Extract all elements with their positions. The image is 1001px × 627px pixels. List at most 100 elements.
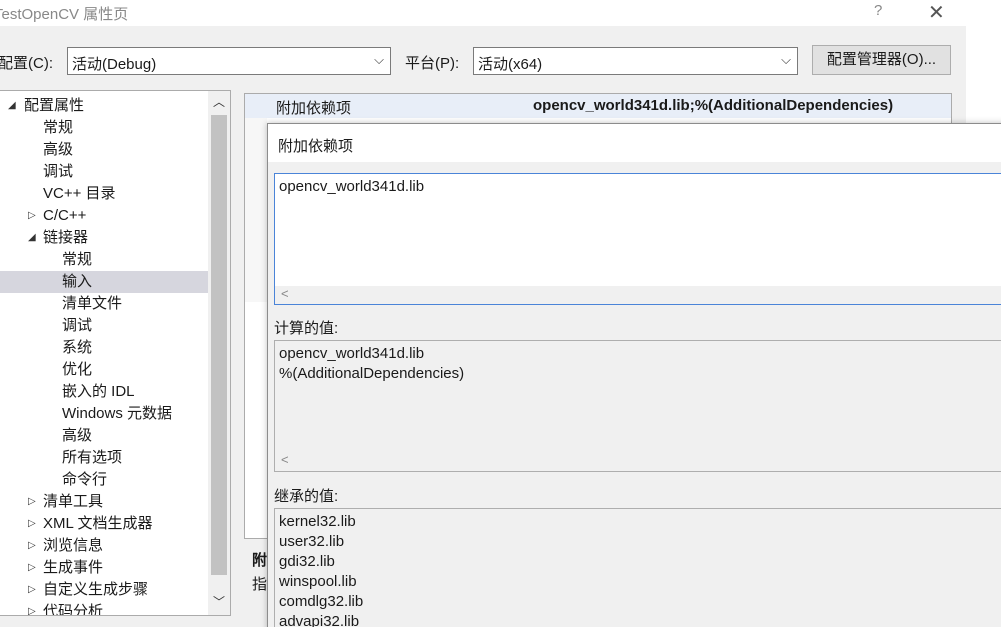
config-label: 配置(C): xyxy=(0,55,53,72)
tree-item[interactable]: 优化 xyxy=(0,359,208,381)
collapsed-arrow-icon[interactable]: ▷ xyxy=(28,205,36,227)
dependencies-edit-box[interactable]: opencv_world341d.lib < xyxy=(274,173,1001,305)
tree-item-label: 嵌入的 IDL xyxy=(62,383,135,400)
tree-item[interactable]: ▷ 生成事件 xyxy=(0,557,208,579)
collapsed-arrow-icon[interactable]: ▷ xyxy=(28,535,36,557)
tree-item[interactable]: ▷ 清单工具 xyxy=(0,491,208,513)
inherited-values-box: kernel32.lib user32.lib gdi32.lib winspo… xyxy=(274,508,1001,627)
dialog-title-bar: 附加依赖项 xyxy=(268,124,1001,162)
tree-item-label: XML 文档生成器 xyxy=(43,515,153,532)
tree-item-label: 常规 xyxy=(43,119,74,136)
tree-item-label: 配置属性 xyxy=(24,97,85,114)
config-manager-button[interactable]: 配置管理器(O)... xyxy=(812,45,951,75)
inherited-value-line: advapi32.lib xyxy=(279,613,360,627)
scroll-left-icon[interactable]: < xyxy=(281,452,289,467)
inherited-value-line: gdi32.lib xyxy=(279,553,335,570)
description-body: 指 xyxy=(252,576,268,593)
title-bar: TestOpenCV 属性页 ? ✕ xyxy=(0,0,966,26)
tree-item-label: C/C++ xyxy=(43,207,87,224)
tree-item[interactable]: 常规 xyxy=(0,117,208,139)
tree-item[interactable]: ▷ 代码分析 xyxy=(0,601,208,616)
grid-gutter xyxy=(245,118,267,302)
expanded-arrow-icon[interactable]: ◢ xyxy=(8,95,16,117)
tree-item-label: VC++ 目录 xyxy=(43,185,116,202)
chevron-down-icon: ⌵ xyxy=(781,52,791,67)
tree-item[interactable]: 常规 xyxy=(0,249,208,271)
edit-horizontal-scrollbar[interactable]: < xyxy=(275,286,1001,304)
tree-item[interactable]: ▷ 自定义生成步骤 xyxy=(0,579,208,601)
property-tree: ◢ 配置属性 常规 高级 调试 VC++ 目录 ▷ C/C++ ◢ 链接器 常规 输入 清单文件 调试 系统… xyxy=(0,90,231,616)
scroll-thumb[interactable] xyxy=(211,115,227,575)
tree-item-label: 调试 xyxy=(43,163,74,180)
tree-item[interactable]: 嵌入的 IDL xyxy=(0,381,208,403)
tree-scrollbar[interactable]: ︿ ﹀ xyxy=(208,91,230,615)
config-dropdown[interactable]: 活动(Debug) ⌵ xyxy=(67,47,391,75)
computed-values-label: 计算的值: xyxy=(274,320,339,337)
dependencies-edit-text: opencv_world341d.lib xyxy=(279,178,425,195)
scroll-down-icon[interactable]: ﹀ xyxy=(208,593,230,613)
close-icon[interactable]: ✕ xyxy=(928,0,945,25)
platform-label: 平台(P): xyxy=(405,55,460,72)
tree-item-label: 优化 xyxy=(62,361,93,378)
tree-item-label: 清单工具 xyxy=(43,493,104,510)
tree-item[interactable]: 高级 xyxy=(0,139,208,161)
tree-item[interactable]: 所有选项 xyxy=(0,447,208,469)
dialog-title: 附加依赖项 xyxy=(278,138,354,155)
tree-item-label: 生成事件 xyxy=(43,559,104,576)
tree-item-label: 调试 xyxy=(62,317,93,334)
platform-dropdown-value: 活动(x64) xyxy=(478,56,543,73)
tree-item[interactable]: 调试 xyxy=(0,315,208,337)
tree-item[interactable]: 清单文件 xyxy=(0,293,208,315)
computed-value-line: opencv_world341d.lib xyxy=(279,345,425,362)
collapsed-arrow-icon[interactable]: ▷ xyxy=(28,601,36,615)
platform-dropdown[interactable]: 活动(x64) ⌵ xyxy=(473,47,798,75)
expanded-arrow-icon[interactable]: ◢ xyxy=(28,227,36,249)
tree-item[interactable]: ◢ 链接器 xyxy=(0,227,208,249)
property-name: 附加依赖项 xyxy=(276,100,352,117)
computed-value-line: %(AdditionalDependencies) xyxy=(279,365,465,382)
tree-item[interactable]: ▷ XML 文档生成器 xyxy=(0,513,208,535)
tree-item-label: 常规 xyxy=(62,251,93,268)
tree-item[interactable]: 调试 xyxy=(0,161,208,183)
tree-item[interactable]: 高级 xyxy=(0,425,208,447)
tree-item-label: 命令行 xyxy=(62,471,108,488)
property-value: opencv_world341d.lib;%(AdditionalDepende… xyxy=(533,97,894,114)
scroll-left-icon[interactable]: < xyxy=(281,286,289,301)
inherited-value-line: kernel32.lib xyxy=(279,513,356,530)
inherited-values-label: 继承的值: xyxy=(274,488,339,505)
tree-item[interactable]: VC++ 目录 xyxy=(0,183,208,205)
tree-item[interactable]: ▷ 浏览信息 xyxy=(0,535,208,557)
help-icon[interactable]: ? xyxy=(874,2,882,19)
tree-item[interactable]: Windows 元数据 xyxy=(0,403,208,425)
inherited-value-line: user32.lib xyxy=(279,533,345,550)
property-row-additional-dependencies[interactable]: 附加依赖项 opencv_world341d.lib;%(AdditionalD… xyxy=(245,94,951,118)
tree-item-label: 清单文件 xyxy=(62,295,123,312)
scroll-up-icon[interactable]: ︿ xyxy=(208,93,230,113)
additional-dependencies-dialog: 附加依赖项 opencv_world341d.lib < 计算的值: openc… xyxy=(267,123,1001,627)
tree-item-label: 系统 xyxy=(62,339,93,356)
tree-item-label: 浏览信息 xyxy=(43,537,104,554)
collapsed-arrow-icon[interactable]: ▷ xyxy=(28,557,36,579)
tree-item[interactable]: 系统 xyxy=(0,337,208,359)
tree-item-label: 高级 xyxy=(43,141,74,158)
tree-item-label: 自定义生成步骤 xyxy=(43,581,149,598)
chevron-down-icon: ⌵ xyxy=(374,52,384,67)
description-title: 附 xyxy=(252,552,268,569)
tree-item-label: 输入 xyxy=(62,273,93,290)
tree-item-label: Windows 元数据 xyxy=(62,405,173,422)
tree-item[interactable]: 输入 xyxy=(0,271,208,293)
tree-item[interactable]: 命令行 xyxy=(0,469,208,491)
tree-item-label: 高级 xyxy=(62,427,93,444)
tree-item-label: 代码分析 xyxy=(43,603,104,616)
tree-item[interactable]: ▷ C/C++ xyxy=(0,205,208,227)
config-dropdown-value: 活动(Debug) xyxy=(72,56,157,73)
tree-item[interactable]: ◢ 配置属性 xyxy=(0,95,208,117)
collapsed-arrow-icon[interactable]: ▷ xyxy=(28,491,36,513)
window-title: TestOpenCV 属性页 xyxy=(0,6,129,23)
tree-item-label: 链接器 xyxy=(43,229,89,246)
inherited-value-line: winspool.lib xyxy=(279,573,357,590)
collapsed-arrow-icon[interactable]: ▷ xyxy=(28,579,36,601)
computed-horizontal-scrollbar[interactable]: < xyxy=(275,451,1001,471)
collapsed-arrow-icon[interactable]: ▷ xyxy=(28,513,36,535)
tree-item-label: 所有选项 xyxy=(62,449,123,466)
